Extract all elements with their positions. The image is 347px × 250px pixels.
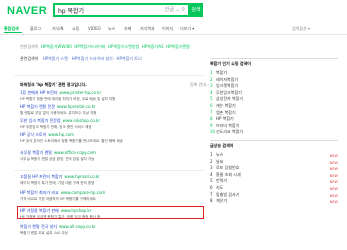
ad-title[interactable]: HP 복합기 최저가 비교: [20, 190, 59, 195]
related-search-item[interactable]: HP복합기 스캔: [43, 56, 68, 61]
ad-item[interactable]: HP 복합기 최저가 비교 www.compare-hp.com 가격 비교로 가…: [20, 190, 205, 202]
ad-title[interactable]: HP 공식 스토어: [20, 132, 46, 137]
trending-keyword[interactable]: 1 뉴스 NEW: [210, 152, 338, 159]
new-badge: NEW: [329, 200, 338, 205]
tab-images[interactable]: 이미지: [162, 26, 173, 32]
ad-title[interactable]: 복합기 렌탈 전국 설치: [20, 224, 57, 229]
ad-url[interactable]: www.all-copy.co.kr: [59, 224, 96, 229]
ad-item[interactable]: 복합기 렌탈 전국 설치 www.all-copy.co.kr 복합기 렌탈 무료…: [20, 224, 205, 236]
related-keyword[interactable]: HP복합기WW/80: [41, 44, 72, 49]
trending-keyword[interactable]: 7 맞춤법 검사기 NEW: [210, 192, 338, 199]
popular-keyword[interactable]: 10신도리코 복합기: [210, 129, 338, 136]
ad-title[interactable]: 사무용 복합기 렌탈: [20, 150, 52, 155]
divider: [14, 170, 204, 171]
related-keyword[interactable]: HP복합기드라이버: [74, 44, 105, 49]
ad-description: 월 렌탈료 부담 없이 사용하세요. 유지보수 무상 지원: [20, 111, 97, 115]
related-keywords-label: 연관검색어: [20, 44, 39, 49]
tab-news[interactable]: 뉴스: [108, 26, 115, 32]
trending-keyword[interactable]: 8 계산기 NEW: [210, 198, 338, 205]
ad-url[interactable]: www.hp.com: [48, 132, 74, 137]
related-search: 관련검색어 HP복합기 스캔 · HP복합기 드라이버 설치 · HP복합기 토…: [20, 56, 142, 61]
active-tab-indicator: [4, 32, 22, 33]
trending-panel: 급상승 검색어 1 뉴스 NEW 2 날씨 NEW 3 로또 당첨번호 NEW 4 환율 조회…: [210, 140, 338, 205]
ad-url[interactable]: www.office-copy.com: [54, 150, 96, 155]
related-search-item[interactable]: HP복합기 토너: [117, 56, 142, 61]
search-tools[interactable]: 한글 ⌄ ⚲: [165, 6, 185, 13]
popular-keyword[interactable]: 6 캐논 복합기: [210, 103, 338, 110]
ad-url[interactable]: www.inkshop.co.kr: [63, 118, 100, 123]
ad-title[interactable]: HP 복합기 렌탈 전문: [20, 104, 55, 109]
popular-shopping-title: 복합기 인기 쇼핑 검색어: [210, 61, 251, 66]
related-keyword[interactable]: HP복합기AS: [142, 44, 164, 49]
ad-item[interactable]: HP 공식 스토어 www.hp.com HP 공식 온라인 스토어에서 정품 복…: [20, 132, 205, 144]
trending-title: 급상승 검색어: [210, 143, 234, 148]
related-keyword[interactable]: HP복합기스캔방법: [108, 44, 139, 49]
search-input[interactable]: [58, 5, 158, 15]
search-options[interactable]: 검색옵션 ▾: [292, 26, 310, 32]
tab-blog[interactable]: 블로그: [30, 26, 41, 32]
naver-logo[interactable]: NAVER: [7, 5, 47, 17]
search-button[interactable]: 검색: [189, 3, 203, 17]
ad-description: 복합기 렌탈 무료 설치, A/S 무상: [20, 231, 68, 235]
related-search-label: 관련검색어: [20, 56, 39, 61]
ad-description: HP 복합기 정품 판매 대리점 최저가 보장, 무료 배송 및 설치 지원: [20, 97, 116, 101]
tab-shopping[interactable]: 쇼핑: [72, 26, 79, 32]
related-keyword[interactable]: HP복합기렌탈: [166, 44, 190, 49]
popular-keyword[interactable]: 3 잉크젯복합기: [210, 83, 338, 90]
header: NAVER 한글 ⌄ ⚲ 검색: [0, 0, 347, 24]
related-keywords: 연관검색어 HP복합기WW/80 HP복합기드라이버 HP복합기스캔방법 HP복…: [20, 44, 190, 50]
ad-item[interactable]: HP 복합기 렌탈 전문 www.hprental.co.kr 월 렌탈료 부담 …: [20, 104, 205, 116]
tab-more[interactable]: 더보기 ▾: [180, 26, 194, 32]
powerlink-title: 파워링크 'hp 복합기' 관련 광고입니다.: [20, 82, 87, 87]
ad-item[interactable]: 1등 판매처 HP 프린터 www.printer-hp.co.kr HP 복합기…: [20, 90, 205, 102]
highlight-box: [17, 206, 204, 219]
trending-keyword[interactable]: 4 환율 조회 시세 NEW: [210, 172, 338, 179]
popular-keyword[interactable]: 5 삼성전자 복합기: [210, 96, 338, 103]
tab-encyclopedia[interactable]: 지식백과: [140, 26, 155, 32]
popular-keyword[interactable]: 1 복합기: [210, 70, 338, 77]
ad-title[interactable]: 고품질 HP 프린터 복합기: [20, 174, 62, 179]
ad-description: 레이저 복합기 특가 판매, 기업 대량 구매 문의 환영: [20, 181, 95, 185]
ad-item[interactable]: 고품질 HP 프린터 복합기 www.hpmall.co.kr 레이저 복합기 특…: [20, 174, 205, 186]
ad-url[interactable]: www.compare-hp.com: [61, 190, 106, 195]
search-tabs: 통합검색 블로그 지식iN 쇼핑 VIDEO 뉴스 카페 지식백과 이미지 더보…: [0, 24, 347, 35]
ad-url[interactable]: www.hpmall.co.kr: [64, 174, 99, 179]
ad-url[interactable]: www.hprental.co.kr: [57, 104, 96, 109]
search-box[interactable]: 한글 ⌄ ⚲: [53, 3, 190, 17]
related-search-item[interactable]: HP복합기 드라이버 설치: [72, 56, 113, 61]
tab-cafe[interactable]: 카페: [124, 26, 131, 32]
powerlink-more[interactable]: 등록 안내 ›: [190, 82, 209, 88]
ad-title[interactable]: 1등 판매처 HP 프린터: [20, 90, 58, 95]
trending-keyword[interactable]: 5 번역기 NEW: [210, 178, 338, 185]
trending-keyword[interactable]: 6 지도 NEW: [210, 185, 338, 192]
ad-description: 가격 비교로 가장 저렴하게 HP 복합기를 구매하세요: [20, 197, 96, 201]
ad-description: HP 무한잉크 복합기 판매, 잉크 충전 서비스 제공: [20, 125, 92, 129]
tab-video[interactable]: VIDEO: [88, 26, 101, 31]
trending-keyword[interactable]: 3 로또 당첨번호 NEW: [210, 165, 338, 172]
tab-kin[interactable]: 지식iN: [52, 26, 63, 32]
ad-item[interactable]: 무한 잉크 복합기 전문점 www.inkshop.co.kr HP 무한잉크 복…: [20, 118, 205, 130]
ad-title[interactable]: 무한 잉크 복합기 전문점: [20, 118, 61, 123]
popular-keyword[interactable]: 8 HP 복합기: [210, 116, 338, 123]
ad-url[interactable]: www.printer-hp.co.kr: [60, 90, 102, 95]
ad-description: HP 공식 온라인 스토어에서 정품 복합기를 만나보세요. 할인 혜택 제공: [20, 139, 123, 143]
divider: [14, 75, 204, 76]
ad-description: 사무실 복합기 렌탈 상담 환영, 전국 당일 설치 가능: [20, 157, 95, 161]
ad-item[interactable]: 사무용 복합기 렌탈 www.office-copy.com 사무실 복합기 렌탈…: [20, 150, 205, 162]
popular-shopping-panel: 복합기 인기 쇼핑 검색어 1 복합기 2 레이저복합기 3 잉크젯복합기 4 무한잉크…: [210, 58, 338, 136]
